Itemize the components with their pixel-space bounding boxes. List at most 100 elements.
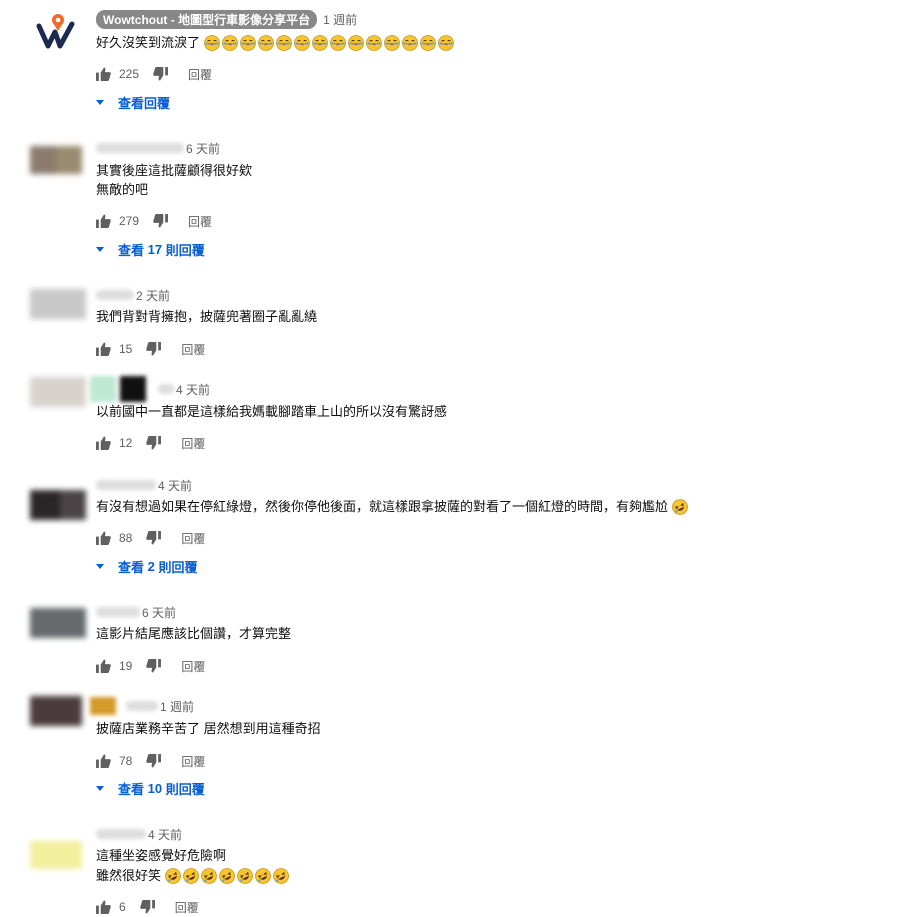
comment-time[interactable]: 6 天前 [186, 140, 220, 157]
author-badge [90, 697, 116, 715]
caret-down-icon [96, 99, 104, 105]
comment-time[interactable]: 1 週前 [323, 11, 357, 28]
view-replies-suffix: 則回覆 [165, 242, 205, 258]
dislike-button[interactable] [153, 67, 168, 81]
reply-button[interactable]: 回覆 [181, 753, 205, 770]
avatar[interactable] [30, 289, 86, 319]
like-button[interactable] [96, 436, 111, 450]
emoji-row [204, 35, 454, 51]
rofl-emoji [183, 868, 199, 884]
view-replies-suffix: 則回覆 [158, 559, 198, 575]
action-bar: 279 回覆 [96, 211, 212, 231]
author-name[interactable] [96, 607, 140, 617]
joy-emoji [258, 35, 274, 51]
rofl-emoji [255, 868, 271, 884]
reply-count: 2 [147, 558, 155, 574]
caret-down-icon [96, 785, 104, 791]
thumbs-up-icon [96, 900, 111, 914]
rofl-emoji [165, 868, 181, 884]
like-button[interactable] [96, 900, 111, 914]
joy-emoji [240, 35, 256, 51]
reply-button[interactable]: 回覆 [181, 341, 205, 358]
avatar[interactable] [30, 608, 86, 638]
view-replies-button[interactable]: 查看 10 則回覆 [96, 778, 205, 798]
comment-time[interactable]: 2 天前 [136, 287, 170, 304]
avatar[interactable] [30, 696, 82, 726]
like-count: 19 [119, 659, 133, 673]
joy-emoji [366, 35, 382, 51]
caret-down-icon [96, 246, 104, 252]
avatar[interactable] [30, 377, 86, 407]
author-name[interactable]: Wowtchout - 地圖型行車影像分享平台 [96, 9, 318, 29]
view-replies-prefix: 查看 [118, 781, 145, 797]
joy-emoji [222, 35, 238, 51]
view-replies-button[interactable]: 查看 17 則回覆 [96, 239, 205, 259]
author-name[interactable] [158, 384, 174, 394]
author-name[interactable] [126, 701, 158, 711]
comment-text-line: 以前國中一直都是這樣給我媽載腳踏車上山的所以沒有驚訝感 [96, 404, 448, 419]
like-count: 225 [119, 67, 140, 81]
like-count: 12 [119, 436, 133, 450]
view-replies-button[interactable]: 查看回覆 [96, 92, 170, 112]
like-button[interactable] [96, 754, 111, 768]
emoji-row [672, 499, 688, 515]
comment-time[interactable]: 1 週前 [160, 698, 194, 715]
avatar[interactable] [30, 490, 86, 520]
like-button[interactable] [96, 342, 111, 356]
comment-time[interactable]: 4 天前 [176, 381, 210, 398]
reply-button[interactable]: 回覆 [181, 658, 205, 675]
view-replies-suffix: 則回覆 [165, 781, 205, 797]
dislike-button[interactable] [153, 214, 168, 228]
comment-text-line: 這影片結尾應該比個讚，才算完整 [96, 626, 292, 641]
author-name[interactable] [96, 829, 146, 839]
avatar[interactable] [30, 146, 82, 174]
comment-text: 好久沒笑到流淚了 [96, 33, 454, 53]
joy-emoji [384, 35, 400, 51]
avatar[interactable] [36, 12, 80, 52]
like-button[interactable] [96, 659, 111, 673]
avatar[interactable] [30, 841, 82, 869]
author-name[interactable] [96, 480, 156, 490]
dislike-button[interactable] [146, 531, 162, 545]
like-button[interactable] [96, 531, 111, 545]
dislike-button[interactable] [139, 900, 155, 914]
like-count: 78 [119, 754, 133, 768]
dislike-button[interactable] [146, 754, 162, 768]
author-badge [90, 376, 116, 402]
action-bar: 6 回覆 [96, 897, 199, 917]
thumbs-down-icon [146, 342, 162, 356]
reply-button[interactable]: 回覆 [181, 435, 205, 452]
thumbs-down-icon [153, 214, 168, 228]
reply-button[interactable]: 回覆 [188, 213, 212, 230]
thumbs-down-icon [139, 900, 155, 914]
thumbs-up-icon [96, 214, 111, 228]
caret-down-icon [96, 563, 104, 569]
thumbs-down-icon [146, 754, 162, 768]
comment-time[interactable]: 6 天前 [142, 604, 176, 621]
author-name[interactable] [96, 143, 184, 153]
thumbs-up-icon [96, 342, 111, 356]
view-replies-prefix: 查看 [118, 559, 145, 575]
dislike-button[interactable] [146, 659, 162, 673]
comment-time[interactable]: 4 天前 [158, 477, 192, 494]
thumbs-down-icon [146, 659, 162, 673]
like-button[interactable] [96, 67, 111, 81]
joy-emoji [402, 35, 418, 51]
author-name[interactable] [96, 290, 134, 300]
view-replies-label: 查看回覆 [118, 95, 171, 111]
reply-count: 17 [147, 241, 163, 257]
thumbs-down-icon [146, 436, 162, 450]
rofl-emoji [219, 868, 235, 884]
rofl-emoji [273, 868, 289, 884]
comment-time[interactable]: 4 天前 [148, 826, 182, 843]
reply-count: 10 [147, 780, 163, 796]
like-button[interactable] [96, 214, 111, 228]
joy-emoji [312, 35, 328, 51]
reply-button[interactable]: 回覆 [181, 530, 205, 547]
dislike-button[interactable] [146, 436, 162, 450]
reply-button[interactable]: 回覆 [188, 66, 212, 83]
reply-button[interactable]: 回覆 [175, 899, 199, 916]
dislike-button[interactable] [146, 342, 162, 356]
view-replies-button[interactable]: 查看 2 則回覆 [96, 556, 198, 576]
comment-text: 我們背對背擁抱，披薩兜著圈子亂亂繞 [96, 307, 317, 327]
